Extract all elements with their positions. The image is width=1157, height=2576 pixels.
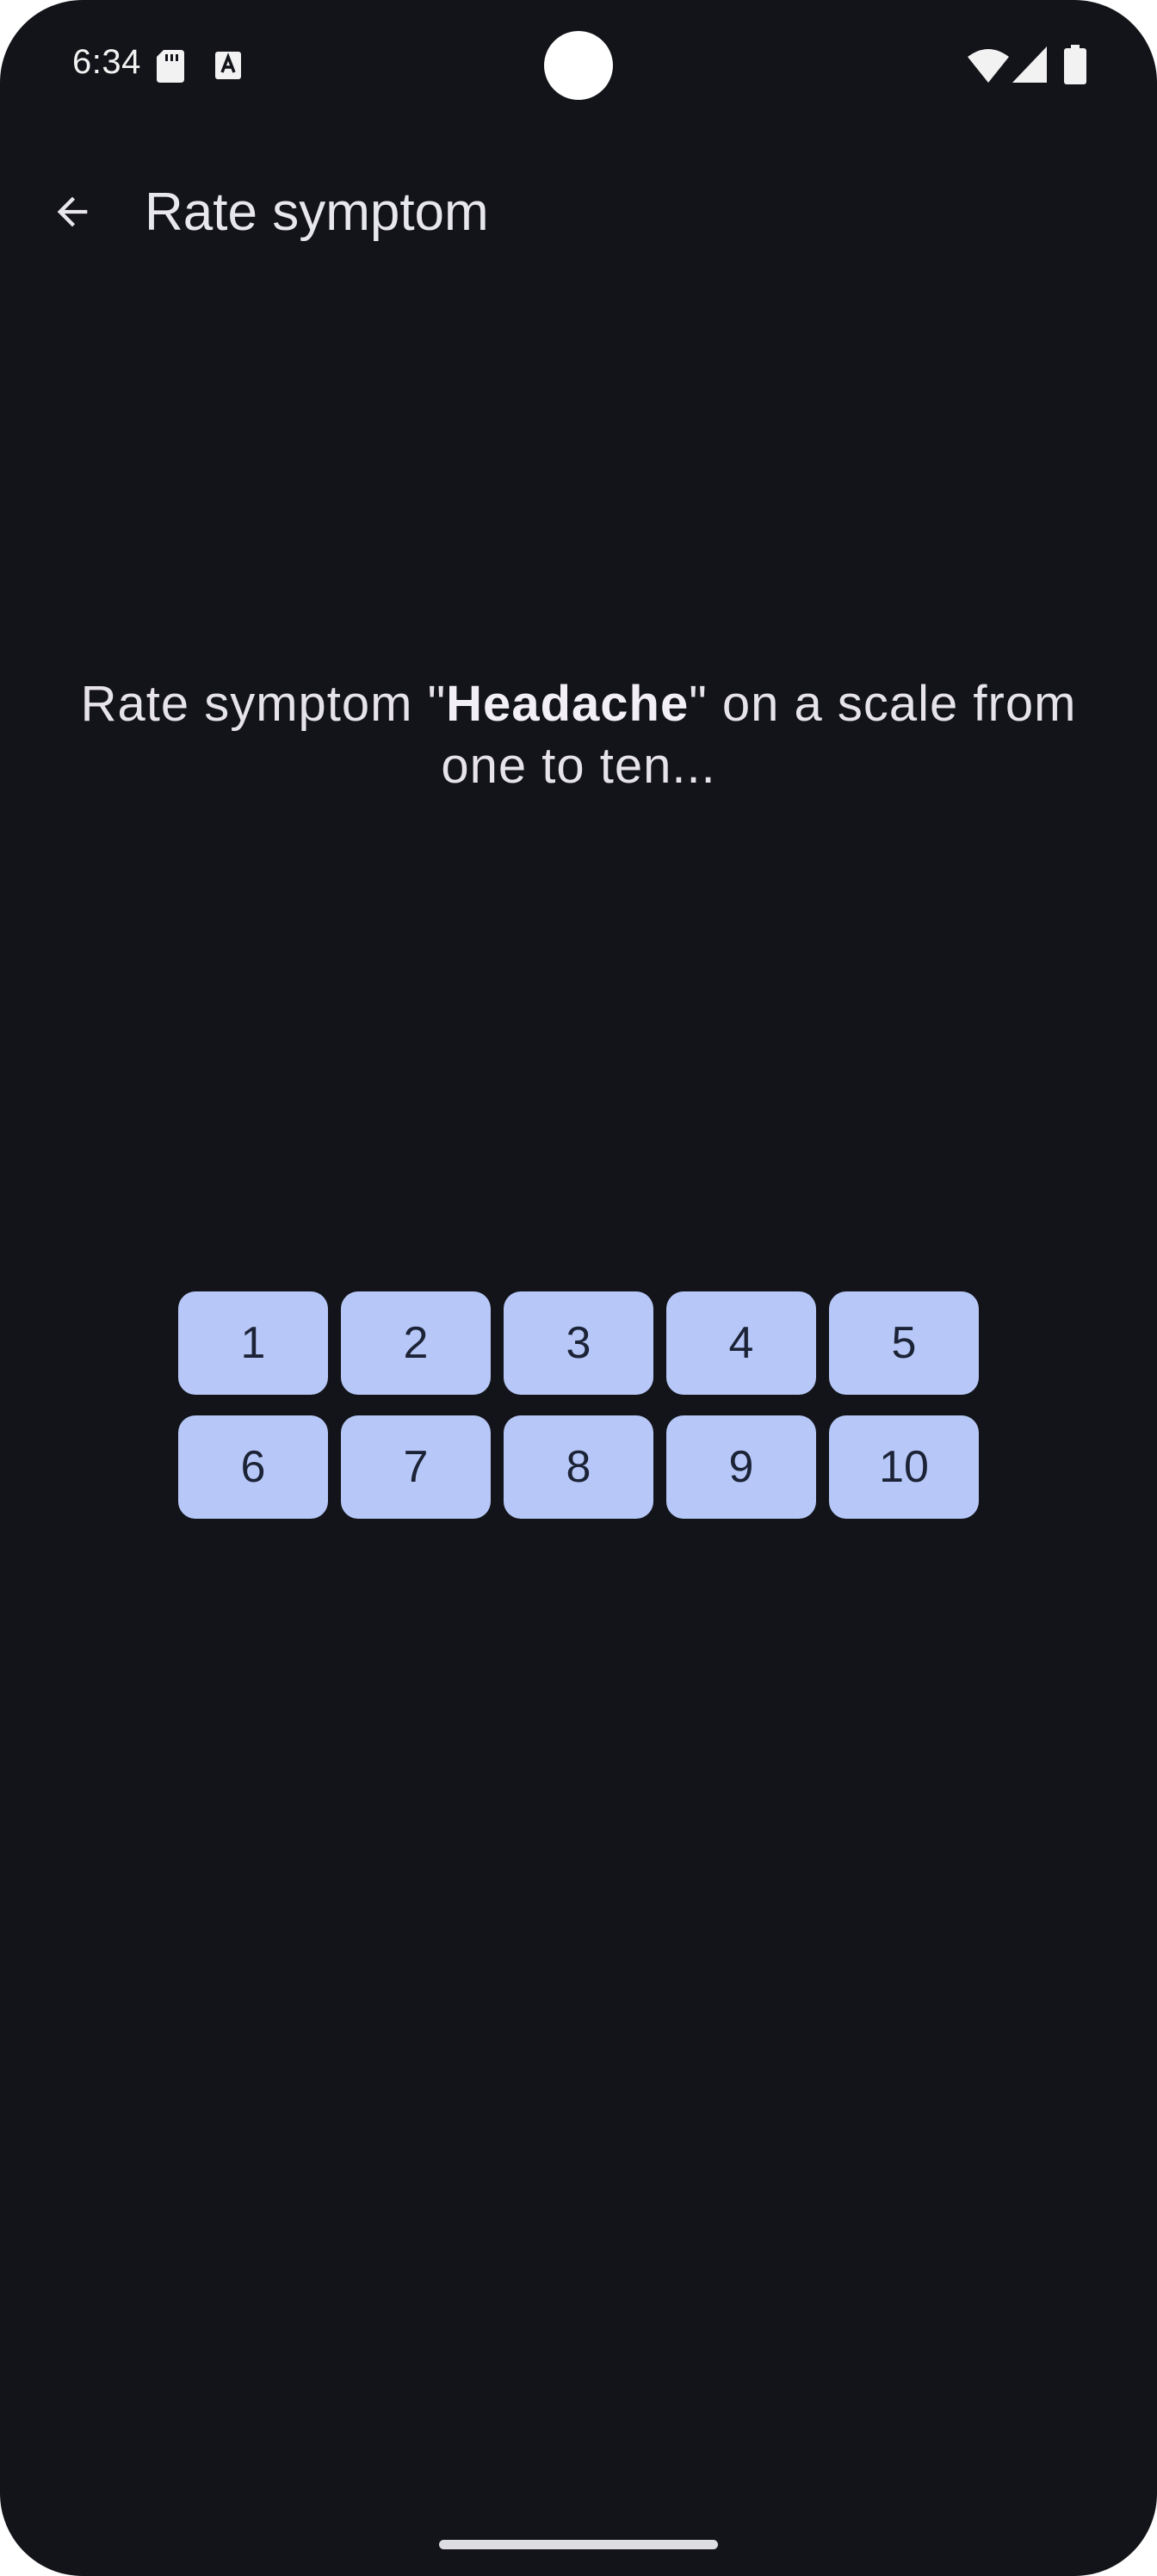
- cell-signal-icon: [1012, 46, 1047, 83]
- rating-button-2[interactable]: 2: [341, 1291, 491, 1395]
- home-indicator[interactable]: [439, 2540, 718, 2549]
- rating-button-3[interactable]: 3: [504, 1291, 653, 1395]
- app-screen: 6:34 Rate symptom Rate symptom "Headache…: [0, 0, 1157, 2576]
- front-camera-cutout: [544, 31, 613, 100]
- wifi-icon: [968, 49, 1009, 83]
- back-button[interactable]: [36, 176, 108, 248]
- prompt-text-before: Rate symptom ": [80, 676, 447, 732]
- rating-button-5[interactable]: 5: [829, 1291, 979, 1395]
- status-time: 6:34: [72, 43, 141, 81]
- symptom-name: Headache: [446, 676, 690, 732]
- app-bar: Rate symptom: [0, 155, 1157, 269]
- page-title: Rate symptom: [145, 183, 489, 242]
- rating-button-8[interactable]: 8: [504, 1415, 653, 1519]
- rating-button-9[interactable]: 9: [666, 1415, 816, 1519]
- status-bar: 6:34: [0, 0, 1157, 129]
- rating-button-6[interactable]: 6: [178, 1415, 328, 1519]
- arrow-back-icon: [57, 196, 88, 227]
- battery-icon: [1064, 45, 1086, 84]
- rating-button-4[interactable]: 4: [666, 1291, 816, 1395]
- rating-button-7[interactable]: 7: [341, 1415, 491, 1519]
- rating-button-10[interactable]: 10: [829, 1415, 979, 1519]
- rating-prompt: Rate symptom "Headache" on a scale from …: [34, 673, 1123, 797]
- a-text-icon: [215, 52, 241, 79]
- rating-button-grid: 1 2 3 4 5 6 7 8 9 10: [178, 1291, 979, 1519]
- rating-button-1[interactable]: 1: [178, 1291, 328, 1395]
- sd-card-icon: [157, 50, 184, 83]
